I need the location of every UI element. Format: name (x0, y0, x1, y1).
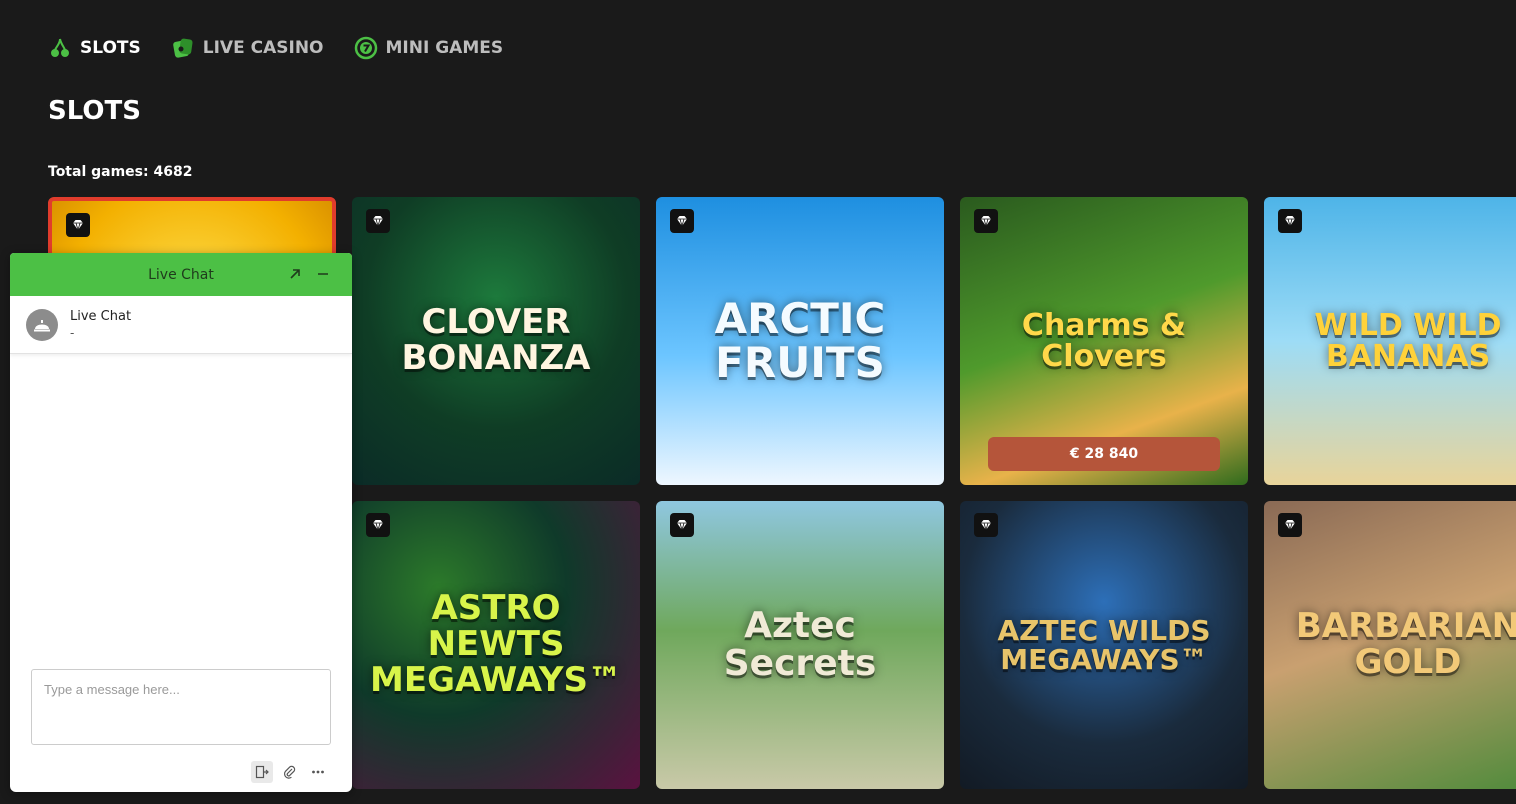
diamond-badge-icon (974, 209, 998, 233)
message-input[interactable] (31, 669, 331, 745)
casino-chip-icon (172, 38, 193, 58)
nav-item-label: SLOTS (80, 38, 141, 58)
minimize-icon[interactable] (314, 265, 332, 283)
chat-header: Live Chat (10, 253, 352, 296)
game-title: WILD WILD BANANAS (1314, 307, 1502, 374)
game-tile[interactable]: BARBARIAN GOLD (1264, 501, 1516, 789)
diamond-badge-icon (1278, 513, 1302, 537)
nav-item-label: LIVE CASINO (202, 38, 324, 58)
service-bell-icon (34, 319, 50, 331)
game-tile[interactable]: WILD WILD BANANAS (1264, 197, 1516, 485)
game-tile[interactable]: Aztec Secrets (656, 501, 944, 789)
avatar (26, 308, 58, 341)
jackpot-amount: € 28 840 (988, 437, 1220, 471)
live-chat-widget: Live Chat Live Chat - (10, 253, 352, 792)
page-title: SLOTS (48, 96, 141, 126)
diamond-badge-icon (670, 513, 694, 537)
nav-item-label: MINI GAMES (385, 38, 504, 58)
chat-toolbar (251, 761, 329, 783)
cherry-icon (51, 38, 69, 57)
conversation-preview: - (70, 326, 75, 340)
game-title: Aztec Secrets (723, 605, 877, 684)
category-nav: SLOTS LIVE CASINO MINI GAMES (48, 36, 503, 60)
paperclip-icon[interactable] (279, 761, 301, 783)
game-title: ASTRO NEWTS MEGAWAYS™ (370, 588, 622, 700)
game-tile[interactable]: Charms & Clovers € 28 840 (960, 197, 1248, 485)
game-title: ARCTIC FRUITS (714, 293, 886, 387)
game-title: CLOVER BONANZA (401, 302, 591, 378)
game-title: AZTEC WILDS MEGAWAYS™ (997, 613, 1211, 676)
chat-title: Live Chat (148, 266, 214, 283)
diamond-badge-icon (366, 513, 390, 537)
game-tile[interactable]: ASTRO NEWTS MEGAWAYS™ (352, 501, 640, 789)
nav-item-slots[interactable]: SLOTS (48, 36, 141, 60)
total-games-count: Total games: 4682 (48, 164, 193, 180)
game-tile[interactable]: AZTEC WILDS MEGAWAYS™ (960, 501, 1248, 789)
exit-icon[interactable] (251, 761, 273, 783)
game-tile[interactable]: CLOVER BONANZA (352, 197, 640, 485)
nav-item-mini-games[interactable]: MINI GAMES (354, 36, 504, 60)
expand-icon[interactable] (286, 265, 304, 283)
conversation-name: Live Chat (70, 309, 132, 324)
chat-conversation-item[interactable]: Live Chat - (10, 296, 352, 354)
diamond-badge-icon (366, 209, 390, 233)
game-title: Charms & Clovers (1021, 307, 1187, 374)
game-tile[interactable]: ARCTIC FRUITS (656, 197, 944, 485)
diamond-badge-icon (1278, 209, 1302, 233)
seven-coin-icon (354, 36, 377, 60)
nav-item-live-casino[interactable]: LIVE CASINO (171, 36, 324, 60)
more-icon[interactable] (307, 761, 329, 783)
diamond-badge-icon (974, 513, 998, 537)
diamond-badge-icon (66, 213, 90, 237)
diamond-badge-icon (670, 209, 694, 233)
game-title: BARBARIAN GOLD (1295, 606, 1516, 682)
